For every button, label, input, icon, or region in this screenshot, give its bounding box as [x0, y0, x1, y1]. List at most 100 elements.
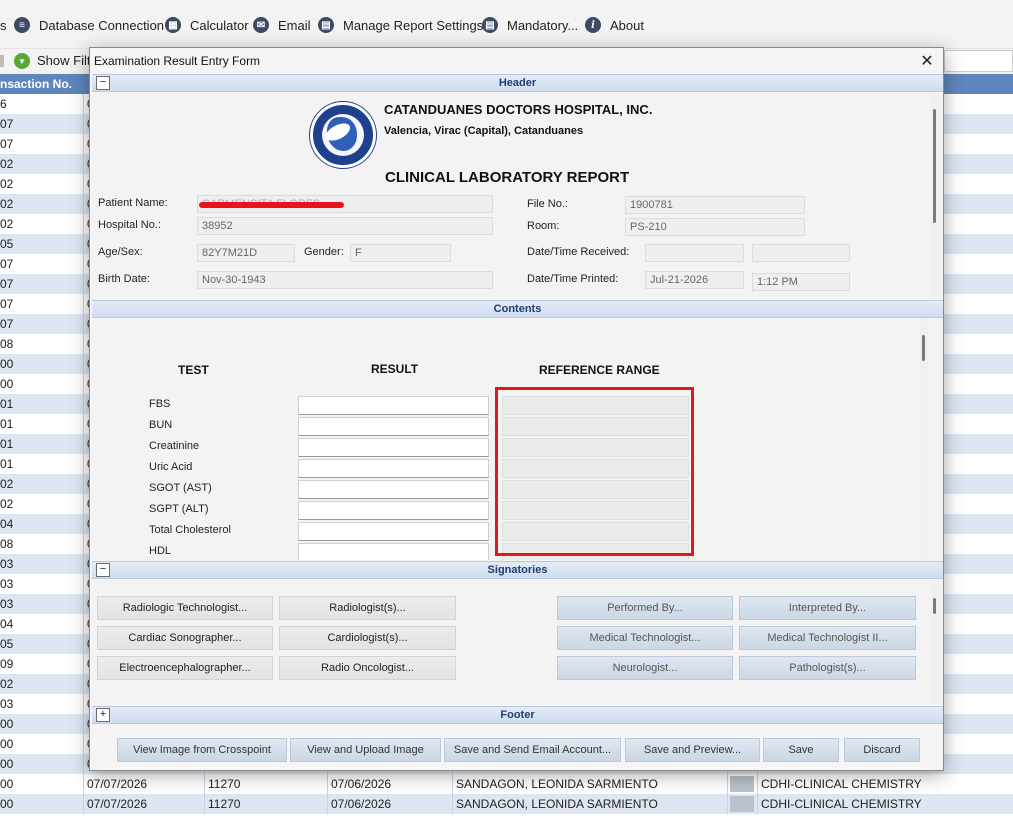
electroencephalographer-button[interactable]: Electroencephalographer...: [97, 656, 273, 680]
performed-by-button[interactable]: Performed By...: [557, 596, 733, 620]
cell-separator: [204, 794, 205, 814]
time-received-field[interactable]: [752, 244, 850, 262]
date-received-field[interactable]: [645, 244, 744, 262]
contents-scroll-thumb[interactable]: [922, 335, 925, 361]
save-send-email-button[interactable]: Save and Send Email Account...: [444, 738, 621, 762]
signatories-collapse-button[interactable]: −: [96, 563, 110, 577]
interpreted-by-button[interactable]: Interpreted By...: [739, 596, 916, 620]
pathologist-button[interactable]: Pathologist(s)...: [739, 656, 916, 680]
table-cell: 02: [0, 157, 14, 171]
table-cell: 03: [0, 597, 14, 611]
table-cell: 02: [0, 197, 14, 211]
table-cell: 00: [0, 737, 14, 751]
table-cell: 03: [0, 577, 14, 591]
result-input[interactable]: [298, 396, 489, 415]
table-cell: 02: [0, 177, 14, 191]
cell-separator: [83, 614, 84, 634]
column-test: TEST: [178, 363, 209, 377]
medical-technologist-button[interactable]: Medical Technologist...: [557, 626, 733, 650]
contents-section-title: Contents: [493, 303, 542, 315]
test-name: Total Cholesterol: [149, 524, 231, 536]
close-icon[interactable]: ✕: [919, 51, 935, 70]
list-icon: ▤: [482, 17, 498, 33]
table-cell: 07/06/2026: [331, 777, 392, 791]
result-input[interactable]: [298, 501, 489, 520]
radiologic-technologist-button[interactable]: Radiologic Technologist...: [97, 596, 273, 620]
header-scrollbar[interactable]: [930, 93, 940, 299]
cell-separator: [83, 534, 84, 554]
result-input[interactable]: [298, 522, 489, 541]
result-input[interactable]: [298, 417, 489, 436]
header-scroll-thumb[interactable]: [933, 109, 936, 223]
menu-label: Email: [278, 17, 311, 33]
menu-label: Mandatory...: [507, 17, 579, 33]
contents-scrollbar[interactable]: [919, 319, 929, 560]
cell-separator: [727, 794, 728, 814]
cell-separator: [83, 454, 84, 474]
cell-separator: [83, 494, 84, 514]
cell-separator: [83, 374, 84, 394]
cardiologist-button[interactable]: Cardiologist(s)...: [279, 626, 456, 650]
medical-technologist-ii-button[interactable]: Medical Technologist II...: [739, 626, 916, 650]
menu-manage-report-settings[interactable]: ▤ Manage Report Settings: [318, 14, 483, 36]
header-collapse-button[interactable]: −: [96, 76, 110, 90]
column-result: RESULT: [371, 362, 419, 376]
room-field[interactable]: PS-210: [625, 218, 805, 236]
column-header-transaction-no[interactable]: nsaction No.: [0, 77, 72, 91]
table-cell: 01: [0, 457, 14, 471]
menu-calculator[interactable]: ▦ Calculator: [165, 14, 249, 36]
cell-separator: [83, 434, 84, 454]
signatories-scrollbar[interactable]: [930, 580, 940, 704]
date-printed-field[interactable]: Jul-21-2026: [645, 271, 744, 289]
dialog-title: Examination Result Entry Form: [94, 54, 261, 68]
radio-oncologist-button[interactable]: Radio Oncologist...: [279, 656, 456, 680]
cell-separator: [83, 214, 84, 234]
result-input[interactable]: [298, 438, 489, 457]
table-cell: 08: [0, 337, 14, 351]
menu-about[interactable]: i About: [585, 14, 644, 36]
cardiac-sonographer-button[interactable]: Cardiac Sonographer...: [97, 626, 273, 650]
gender-field[interactable]: F: [350, 244, 451, 262]
menu-label: Manage Report Settings: [343, 17, 484, 33]
cell-separator: [83, 474, 84, 494]
table-cell: 02: [0, 477, 14, 491]
cell-separator: [327, 774, 328, 794]
age-sex-field[interactable]: 82Y7M21D: [197, 244, 295, 262]
result-input[interactable]: [298, 459, 489, 478]
radiologist-button[interactable]: Radiologist(s)...: [279, 596, 456, 620]
menu-label: Database Connection: [39, 17, 165, 33]
cell-separator: [83, 234, 84, 254]
hospital-no-field[interactable]: 38952: [197, 217, 493, 235]
table-cell: 11270: [208, 777, 241, 791]
table-cell: 07: [0, 317, 14, 331]
save-preview-button[interactable]: Save and Preview...: [625, 738, 760, 762]
table-cell: 00: [0, 357, 14, 371]
patient-name-label: Patient Name:: [98, 197, 168, 209]
result-input[interactable]: [298, 480, 489, 499]
cell-separator: [757, 774, 758, 794]
cell-separator: [83, 554, 84, 574]
table-row[interactable]: 00 07/07/2026 11270 07/06/2026 SANDAGON, LEO…: [0, 774, 1013, 794]
result-input[interactable]: [298, 543, 489, 560]
cell-separator: [204, 774, 205, 794]
time-printed-field[interactable]: 1:12 PM: [752, 273, 850, 291]
footer-expand-button[interactable]: +: [96, 708, 110, 722]
filter-icon[interactable]: ▼: [14, 53, 30, 69]
view-upload-image-button[interactable]: View and Upload Image: [290, 738, 441, 762]
view-image-crosspoint-button[interactable]: View Image from Crosspoint: [117, 738, 287, 762]
menu-mandatory[interactable]: ▤ Mandatory...: [482, 14, 578, 36]
menu-database-connection[interactable]: ≡ Database Connection: [14, 14, 164, 36]
search-input[interactable]: [944, 50, 1013, 72]
report-title: CLINICAL LABORATORY REPORT: [385, 169, 630, 186]
footer-section-title: Footer: [500, 709, 535, 721]
menu-email[interactable]: ✉ Email: [253, 14, 311, 36]
file-no-field[interactable]: 1900781: [625, 196, 805, 214]
signatories-scroll-thumb[interactable]: [933, 598, 936, 614]
table-cell: 07: [0, 277, 14, 291]
neurologist-button[interactable]: Neurologist...: [557, 656, 733, 680]
discard-button[interactable]: Discard: [844, 738, 920, 762]
table-row[interactable]: 00 07/07/2026 11270 07/06/2026 SANDAGON, LEO…: [0, 794, 1013, 814]
birth-date-field[interactable]: Nov-30-1943: [197, 271, 493, 289]
save-button[interactable]: Save: [763, 738, 839, 762]
cell-separator: [83, 754, 84, 774]
